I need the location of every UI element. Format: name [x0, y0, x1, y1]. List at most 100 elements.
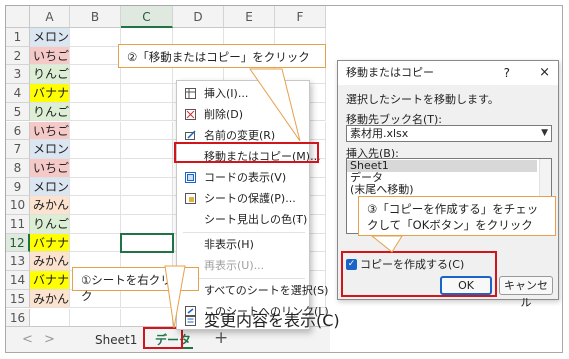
column-header[interactable]: C: [121, 6, 173, 28]
grid-cell[interactable]: いちご: [30, 158, 70, 178]
row-header[interactable]: 6: [6, 121, 30, 141]
row-header[interactable]: 14: [6, 271, 30, 290]
grid-cell[interactable]: [70, 289, 121, 309]
menu-item-show-changes[interactable]: 変更内容を表示(C): [177, 310, 340, 331]
row-header[interactable]: 9: [6, 177, 30, 197]
submenu-arrow-icon: ›: [296, 213, 301, 226]
menu-label-delete: 削除(D): [204, 108, 244, 121]
grid-cell[interactable]: りんご: [30, 215, 70, 234]
column-header[interactable]: E: [224, 6, 275, 28]
menu-item-delete[interactable]: 削除(D): [177, 104, 309, 125]
row-header[interactable]: 15: [6, 289, 30, 309]
grid-cell[interactable]: バナナ: [30, 84, 70, 103]
grid-cell[interactable]: みかん: [30, 252, 70, 272]
grid-cell[interactable]: [121, 158, 173, 178]
row-header[interactable]: 4: [6, 84, 30, 103]
row-header[interactable]: 3: [6, 65, 30, 85]
grid-cell[interactable]: りんご: [30, 102, 70, 122]
menu-item-insert[interactable]: 挿入(I)...: [177, 83, 309, 104]
grid-cell[interactable]: りんご: [30, 65, 70, 85]
active-cell[interactable]: [120, 232, 174, 254]
column-header[interactable]: A: [30, 6, 70, 28]
dialog-description: 選択したシートを移動します。: [346, 93, 499, 106]
grid-cell[interactable]: [70, 28, 121, 47]
grid-cell[interactable]: バナナ: [30, 271, 70, 290]
row-header[interactable]: 5: [6, 102, 30, 122]
menu-item-hide[interactable]: 非表示(H): [177, 234, 309, 255]
grid-cell[interactable]: みかん: [30, 289, 70, 309]
grid-cell[interactable]: [70, 121, 121, 141]
grid-cell[interactable]: [70, 177, 121, 197]
column-header[interactable]: D: [173, 6, 224, 28]
grid-cell[interactable]: [121, 289, 173, 309]
grid-cell[interactable]: [70, 308, 121, 326]
changes-icon: [185, 315, 196, 326]
grid-cell[interactable]: [70, 215, 121, 234]
row-header[interactable]: 11: [6, 215, 30, 234]
row-header[interactable]: 7: [6, 140, 30, 159]
tab-sheet1[interactable]: Sheet1: [95, 331, 137, 349]
grid-cell[interactable]: [70, 102, 121, 122]
grid-cell[interactable]: いちご: [30, 121, 70, 141]
close-icon[interactable]: ×: [539, 61, 550, 85]
grid-cell[interactable]: [121, 140, 173, 159]
help-icon[interactable]: ?: [504, 61, 510, 85]
menu-separator: [183, 232, 305, 233]
grid-cell[interactable]: [70, 65, 121, 85]
chevron-right-icon[interactable]: >: [44, 332, 55, 347]
row-header[interactable]: 8: [6, 158, 30, 178]
delete-icon: [185, 109, 196, 120]
cancel-button[interactable]: キャンセル: [499, 276, 553, 309]
grid-cell[interactable]: [121, 177, 173, 197]
rename-icon: [185, 130, 196, 140]
column-header[interactable]: B: [70, 6, 121, 28]
column-header[interactable]: F: [275, 6, 326, 28]
grid-cell[interactable]: [121, 65, 173, 85]
row-header[interactable]: 13: [6, 252, 30, 272]
grid-cell[interactable]: メロン: [30, 140, 70, 159]
dialog-title-bar: 移動またはコピー ? ×: [338, 61, 558, 85]
menu-label-insert: 挿入(I)...: [204, 87, 249, 100]
row-header[interactable]: 2: [6, 46, 30, 66]
protect-icon: [185, 193, 196, 204]
grid-cell[interactable]: [70, 140, 121, 159]
menu-label-select-all-sheets: すべてのシートを選択(S): [204, 284, 329, 297]
menu-item-view-code[interactable]: コードの表示(V): [177, 167, 309, 188]
menu-label-protect-sheet: シートの保護(P)...: [204, 192, 296, 205]
grid-cell[interactable]: バナナ: [30, 233, 70, 253]
grid-cell[interactable]: [70, 196, 121, 215]
grid-cell[interactable]: [70, 158, 121, 178]
grid-cell[interactable]: [121, 84, 173, 103]
menu-label-view-code: コードの表示(V): [204, 171, 287, 184]
list-item[interactable]: (末尾へ移動): [347, 184, 537, 196]
chevron-left-icon[interactable]: <: [22, 332, 33, 347]
grid-cell[interactable]: [70, 233, 121, 253]
row-header[interactable]: 16: [6, 308, 30, 326]
menu-highlight-frame: [174, 142, 319, 163]
add-sheet-button[interactable]: +: [214, 328, 228, 348]
menu-separator: [183, 278, 305, 279]
grid-cell[interactable]: [121, 196, 173, 215]
grid-cell[interactable]: [121, 308, 173, 326]
menu-item-protect-sheet[interactable]: シートの保護(P)...: [177, 188, 309, 209]
grid-cell[interactable]: [70, 84, 121, 103]
grid-cell[interactable]: [30, 308, 70, 326]
grid-cell[interactable]: [121, 102, 173, 122]
select-all-corner[interactable]: [6, 6, 30, 28]
callout-step2: ②「移動またはコピー」をクリック: [118, 44, 326, 68]
grid-cell[interactable]: みかん: [30, 196, 70, 215]
row-header[interactable]: 1: [6, 28, 30, 47]
grid-cell[interactable]: [70, 46, 121, 66]
grid-cell[interactable]: [121, 121, 173, 141]
grid-cell[interactable]: いちご: [30, 46, 70, 66]
row-header[interactable]: 12: [6, 233, 30, 253]
book-select[interactable]: 素材用.xlsx ▼: [346, 125, 552, 142]
row-header[interactable]: 10: [6, 196, 30, 215]
grid-cell[interactable]: メロン: [30, 177, 70, 197]
chevron-down-icon: ▼: [541, 128, 548, 138]
grid-cell[interactable]: [121, 215, 173, 234]
menu-item-tab-color[interactable]: シート見出しの色(T) ›: [177, 209, 309, 230]
menu-label-hide: 非表示(H): [204, 238, 254, 251]
callout-step3: ③「コピーを作成する」をチェックして「OKボタン」をクリック: [358, 196, 556, 236]
grid-cell[interactable]: メロン: [30, 28, 70, 47]
